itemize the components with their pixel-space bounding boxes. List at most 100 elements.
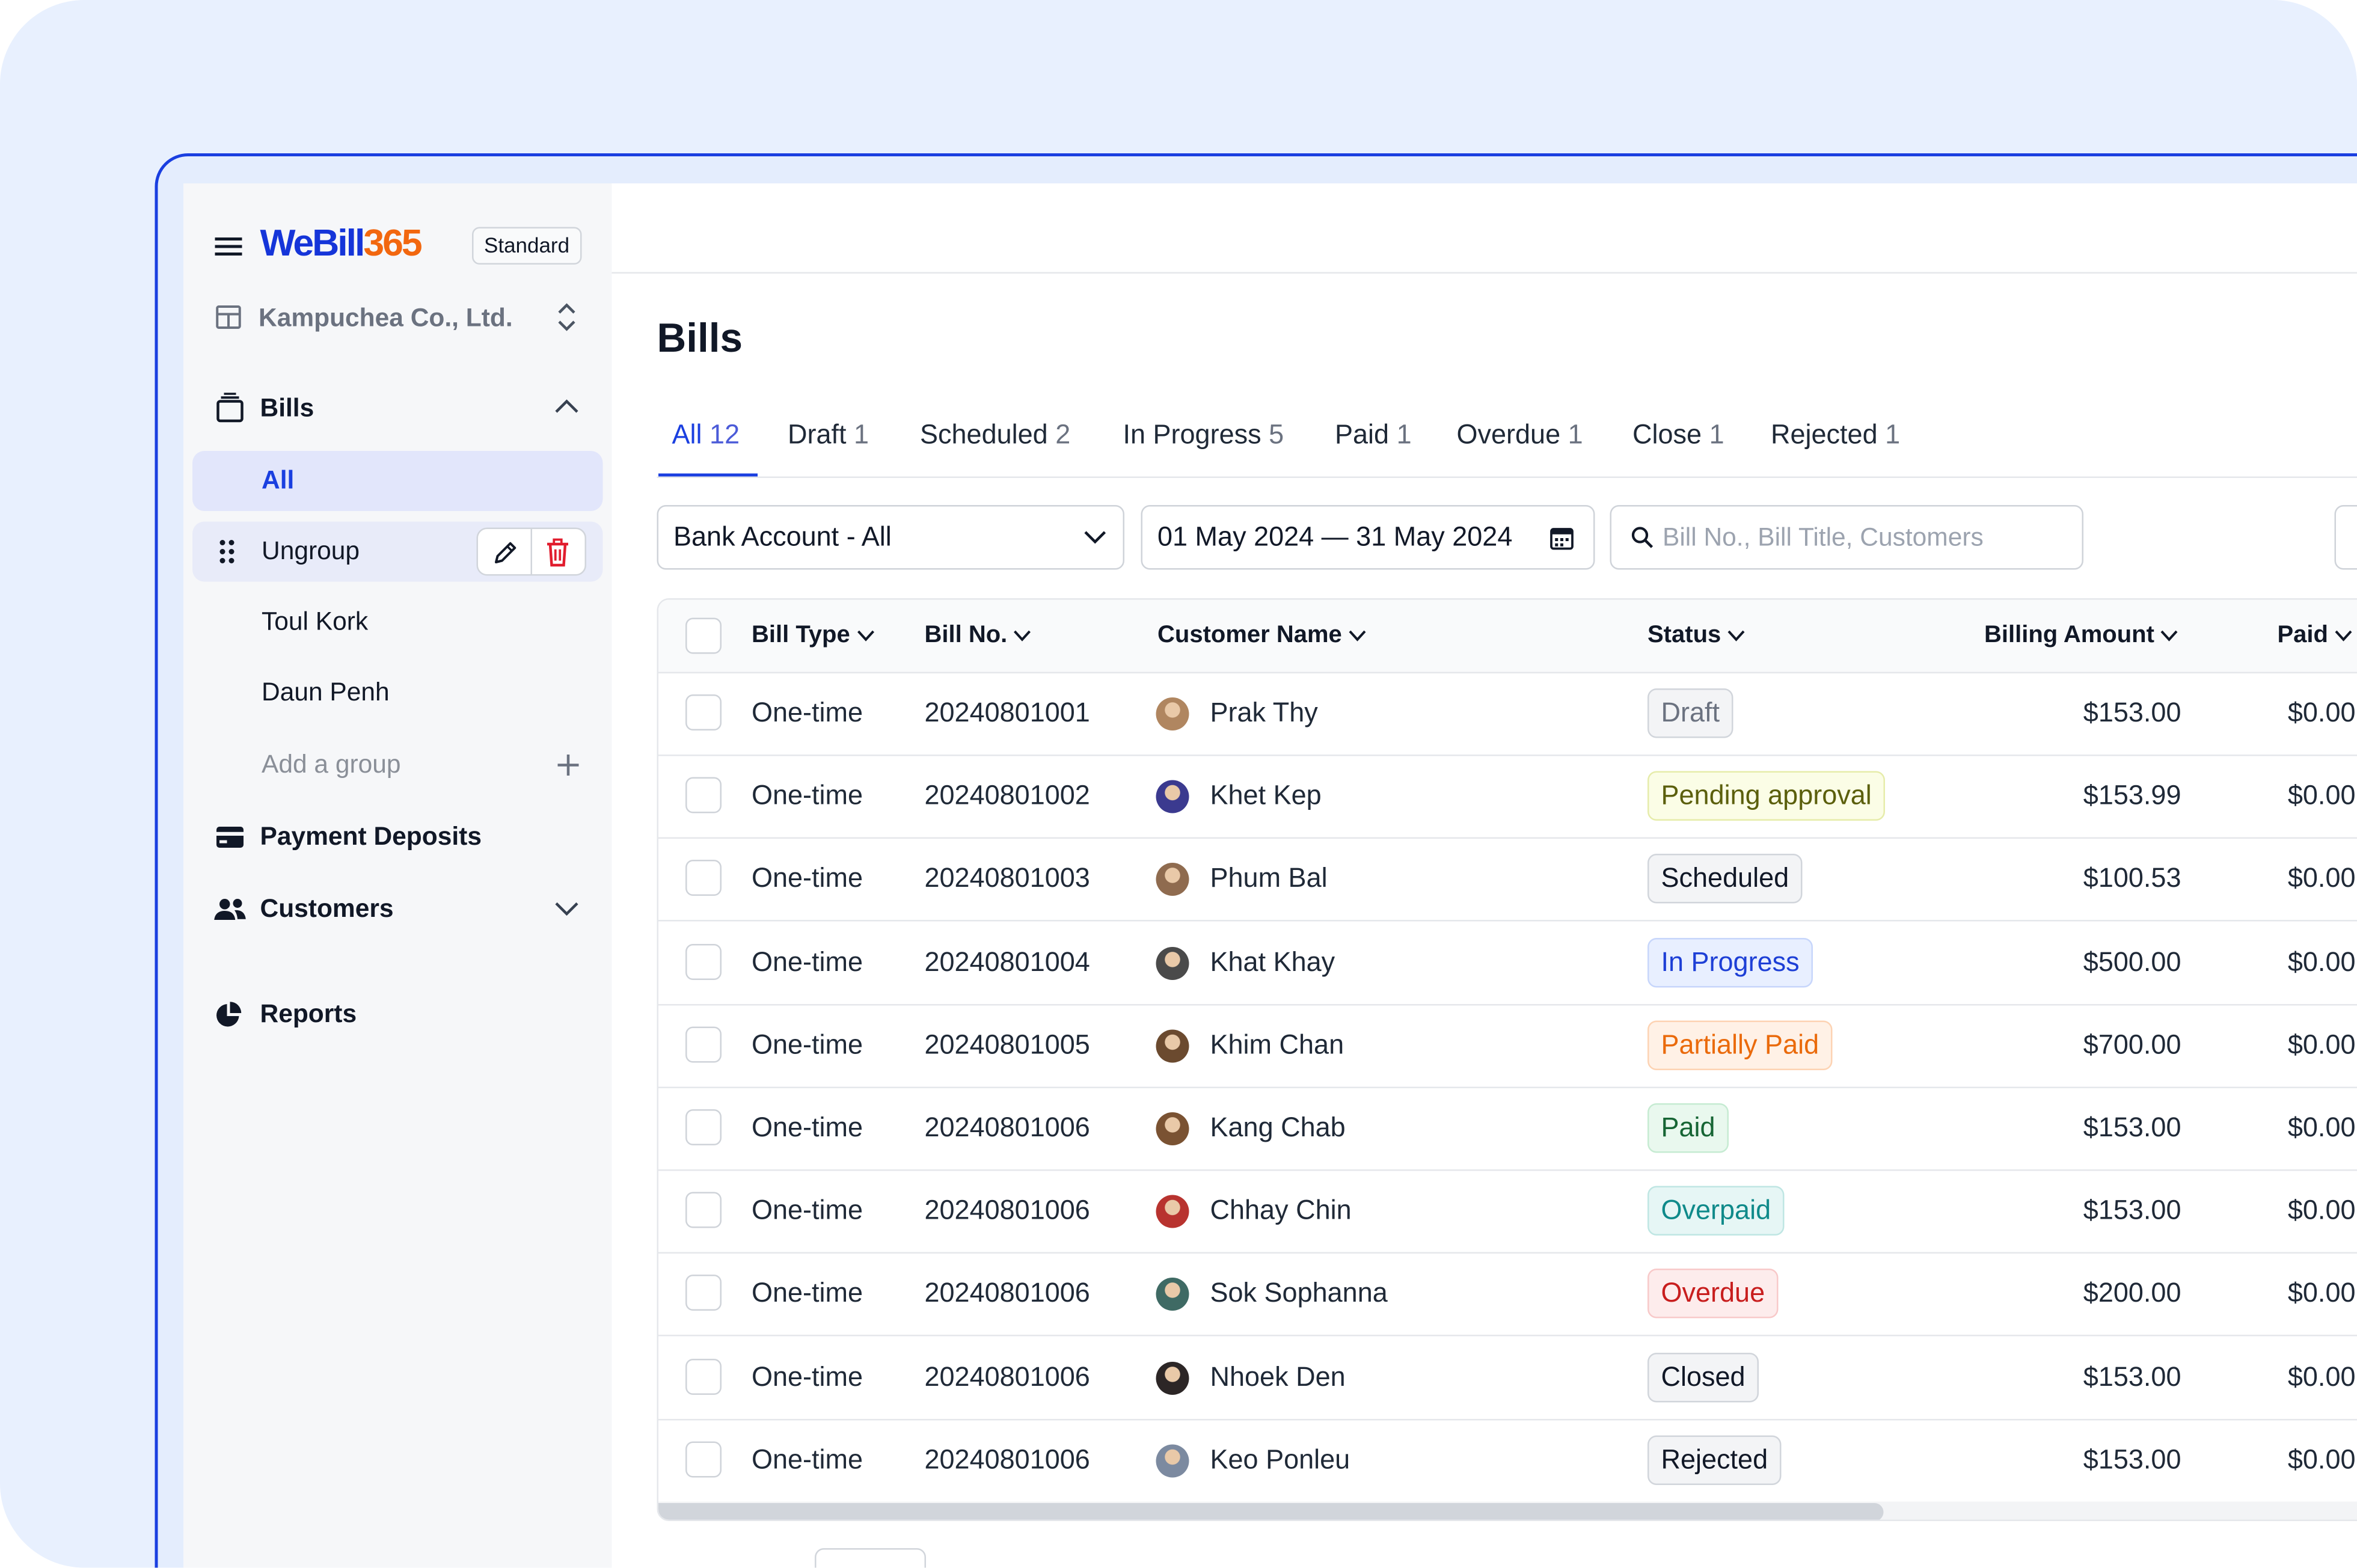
- customer-name-cell[interactable]: Khet Kep: [1210, 780, 1322, 812]
- row-checkbox[interactable]: [685, 1192, 722, 1228]
- tab-label: Close: [1632, 419, 1702, 450]
- chevron-down-icon[interactable]: [555, 902, 579, 917]
- bill-no-cell[interactable]: 20240801006: [925, 1195, 1090, 1227]
- column-header-label: Bill Type: [752, 622, 850, 649]
- bill-type-cell: One-time: [752, 946, 863, 976]
- add-group-button[interactable]: Add a group: [192, 735, 603, 795]
- select-all-checkbox[interactable]: [685, 617, 722, 654]
- tab-in-progress[interactable]: In Progress 5: [1123, 420, 1284, 452]
- customer-name-cell[interactable]: Prak Thy: [1210, 697, 1318, 729]
- trash-icon[interactable]: [544, 538, 571, 568]
- tab-count: 2: [1055, 419, 1071, 450]
- search-box[interactable]: [1610, 505, 2083, 570]
- column-header-paid[interactable]: Paid: [2278, 622, 2352, 650]
- paid-cell: $0.00: [2287, 1361, 2356, 1391]
- table-row[interactable]: One-time 20240801006 Chhay Chin Overpaid $15…: [658, 1171, 2357, 1254]
- status-badge: Closed: [1647, 1352, 1759, 1402]
- customer-name-cell[interactable]: Kang Chab: [1210, 1112, 1346, 1144]
- table-row[interactable]: One-time 20240801006 Keo Ponleu Rejected $15…: [658, 1420, 2357, 1503]
- bill-type-cell: One-time: [752, 1029, 863, 1059]
- tab-rejected[interactable]: Rejected 1: [1771, 420, 1900, 452]
- bill-no-cell[interactable]: 20240801005: [925, 1029, 1090, 1061]
- row-checkbox[interactable]: [685, 777, 722, 813]
- customer-name-cell[interactable]: Phum Bal: [1210, 863, 1328, 895]
- bill-no-cell[interactable]: 20240801006: [925, 1361, 1090, 1393]
- chevron-down-icon: [856, 622, 874, 649]
- pie-chart-icon: [215, 1001, 242, 1028]
- row-checkbox[interactable]: [685, 1026, 722, 1062]
- pencil-icon[interactable]: [492, 540, 519, 567]
- table-row[interactable]: One-time 20240801001 Prak Thy Draft $153.00 $…: [658, 673, 2357, 756]
- status-badge: Draft: [1647, 688, 1733, 738]
- customer-name-cell[interactable]: Keo Ponleu: [1210, 1444, 1350, 1476]
- sidebar-item-daun-penh[interactable]: Daun Penh: [192, 663, 603, 723]
- column-header-billing-amount[interactable]: Billing Amount: [1984, 622, 2178, 650]
- table-row[interactable]: One-time 20240801004 Khat Khay In Progress $…: [658, 922, 2357, 1005]
- column-header-bill-type[interactable]: Bill Type: [752, 622, 874, 650]
- bill-no-cell[interactable]: 20240801004: [925, 946, 1090, 978]
- row-checkbox[interactable]: [685, 1109, 722, 1145]
- row-checkbox[interactable]: [685, 1441, 722, 1477]
- sidebar-item-all[interactable]: All: [192, 451, 603, 511]
- rows-per-page-select[interactable]: [815, 1548, 926, 1568]
- table-row[interactable]: One-time 20240801006 Kang Chab Paid $153.00 $…: [658, 1088, 2357, 1171]
- bill-no-cell[interactable]: 20240801002: [925, 780, 1090, 812]
- bill-no-cell[interactable]: 20240801006: [925, 1278, 1090, 1310]
- logo-text: WeBill: [260, 222, 366, 265]
- page-title: Bills: [657, 316, 743, 361]
- customer-name-cell[interactable]: Sok Sophanna: [1210, 1278, 1388, 1310]
- tab-close[interactable]: Close 1: [1632, 420, 1724, 452]
- bill-no-cell[interactable]: 20240801006: [925, 1444, 1090, 1476]
- customer-name-cell[interactable]: Khat Khay: [1210, 946, 1335, 978]
- table-row[interactable]: One-time 20240801003 Phum Bal Scheduled $100…: [658, 839, 2357, 922]
- bill-no-cell[interactable]: 20240801001: [925, 697, 1090, 729]
- table-row[interactable]: One-time 20240801005 Khim Chan Partially Pa…: [658, 1005, 2357, 1088]
- row-checkbox[interactable]: [685, 1358, 722, 1394]
- nav-bills-group[interactable]: Bills: [192, 381, 603, 435]
- more-filters-button[interactable]: [2334, 505, 2357, 570]
- tab-all[interactable]: All 12: [672, 420, 740, 452]
- chevron-down-icon: [2160, 622, 2178, 649]
- row-checkbox[interactable]: [685, 1275, 722, 1311]
- tab-paid[interactable]: Paid 1: [1335, 420, 1412, 452]
- tab-overdue[interactable]: Overdue 1: [1457, 420, 1583, 452]
- company-switcher[interactable]: Kampuchea Co., Ltd.: [192, 292, 603, 343]
- column-header-bill-no[interactable]: Bill No.: [925, 622, 1032, 650]
- nav-customers[interactable]: Customers: [192, 880, 603, 940]
- drag-handle-icon[interactable]: [219, 540, 234, 564]
- column-header-label: Bill No.: [924, 622, 1008, 649]
- table-row[interactable]: One-time 20240801006 Nhoek Den Closed $153.0…: [658, 1337, 2357, 1420]
- nav-reports-label: Reports: [260, 999, 357, 1029]
- table-row[interactable]: One-time 20240801002 Khet Kep Pending appro…: [658, 756, 2357, 839]
- status-badge: Paid: [1647, 1103, 1729, 1153]
- date-range-picker[interactable]: 01 May 2024 — 31 May 2024: [1141, 505, 1595, 570]
- tab-draft[interactable]: Draft 1: [788, 420, 869, 452]
- customer-name-cell[interactable]: Nhoek Den: [1210, 1361, 1346, 1393]
- tab-scheduled[interactable]: Scheduled 2: [920, 420, 1070, 452]
- hamburger-icon[interactable]: [215, 236, 242, 257]
- table-row[interactable]: One-time 20240801006 Sok Sophanna Overdue $2…: [658, 1254, 2357, 1337]
- bill-type-cell: One-time: [752, 1112, 863, 1142]
- horizontal-scrollbar-thumb[interactable]: [658, 1503, 1884, 1520]
- row-checkbox[interactable]: [685, 860, 722, 896]
- column-header-customer-name[interactable]: Customer Name: [1157, 622, 1366, 650]
- bill-no-cell[interactable]: 20240801003: [925, 863, 1090, 895]
- customer-avatar: [1156, 1278, 1189, 1311]
- customer-name-cell[interactable]: Chhay Chin: [1210, 1195, 1352, 1227]
- bill-no-cell[interactable]: 20240801006: [925, 1112, 1090, 1144]
- plan-badge: Standard: [472, 227, 582, 265]
- chevron-down-icon: [1084, 531, 1107, 545]
- search-input[interactable]: [1663, 508, 2068, 568]
- paid-cell: $0.00: [2287, 697, 2356, 727]
- nav-payment-deposits[interactable]: Payment Deposits: [192, 807, 603, 868]
- row-checkbox[interactable]: [685, 694, 722, 730]
- bank-account-select[interactable]: Bank Account - All: [657, 505, 1124, 570]
- column-header-status[interactable]: Status: [1647, 622, 1745, 650]
- row-checkbox[interactable]: [685, 943, 722, 979]
- brand-logo[interactable]: WeBill365: [260, 222, 423, 266]
- chevron-up-icon[interactable]: [555, 399, 579, 414]
- nav-reports[interactable]: Reports: [192, 985, 603, 1045]
- tab-count: 12: [710, 419, 740, 450]
- customer-name-cell[interactable]: Khim Chan: [1210, 1029, 1344, 1061]
- sidebar-item-toul-kork[interactable]: Toul Kork: [192, 592, 603, 652]
